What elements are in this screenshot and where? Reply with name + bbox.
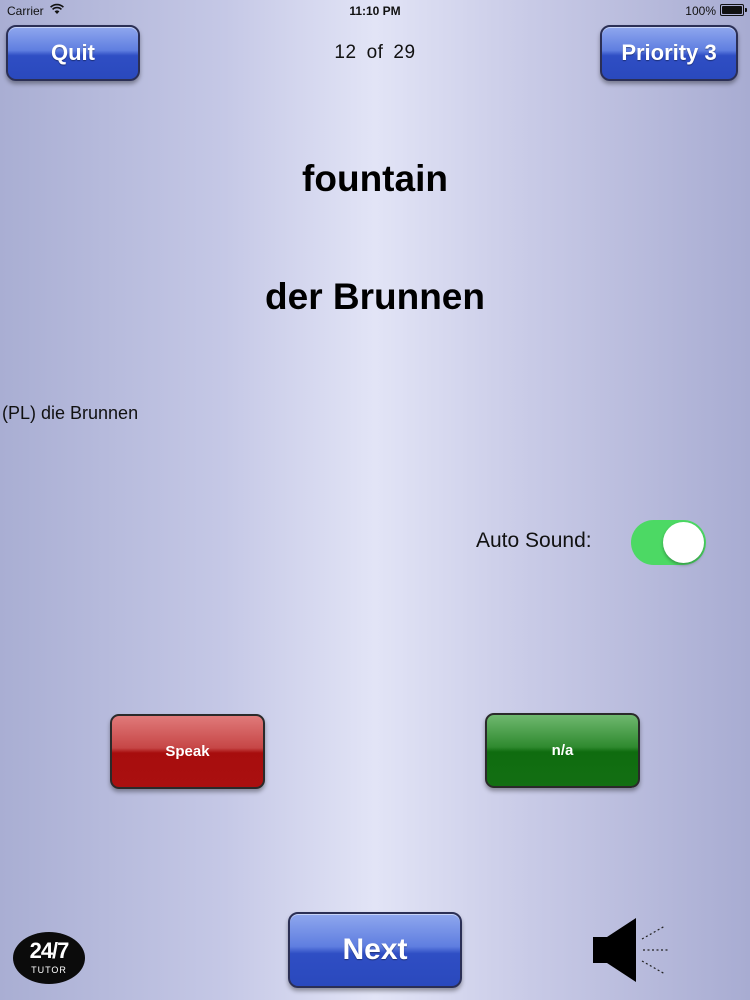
- logo-text: 24/7: [29, 938, 70, 963]
- plural-form: (PL) die Brunnen: [2, 403, 139, 423]
- battery-percent: 100%: [685, 4, 716, 18]
- status-bar: Carrier 11:10 PM 100%: [0, 0, 750, 22]
- counter-total: 29: [393, 42, 416, 63]
- tutor-logo: 24/7 TUTOR: [13, 932, 85, 984]
- english-word: fountain: [302, 158, 448, 199]
- battery-icon: [720, 4, 747, 16]
- priority-button[interactable]: Priority 3: [600, 25, 738, 81]
- counter-separator: of: [366, 42, 384, 63]
- toggle-knob: [663, 522, 704, 563]
- next-button[interactable]: Next: [288, 912, 462, 988]
- speaker-icon[interactable]: [590, 915, 670, 985]
- speak-button[interactable]: Speak: [110, 714, 265, 789]
- auto-sound-label: Auto Sound:: [476, 529, 592, 552]
- counter-current: 12: [334, 42, 357, 63]
- clock: 11:10 PM: [349, 4, 401, 18]
- na-button[interactable]: n/a: [485, 713, 640, 788]
- logo-subtext: TUTOR: [31, 965, 67, 975]
- german-word: der Brunnen: [265, 276, 485, 317]
- auto-sound-toggle[interactable]: [631, 520, 706, 565]
